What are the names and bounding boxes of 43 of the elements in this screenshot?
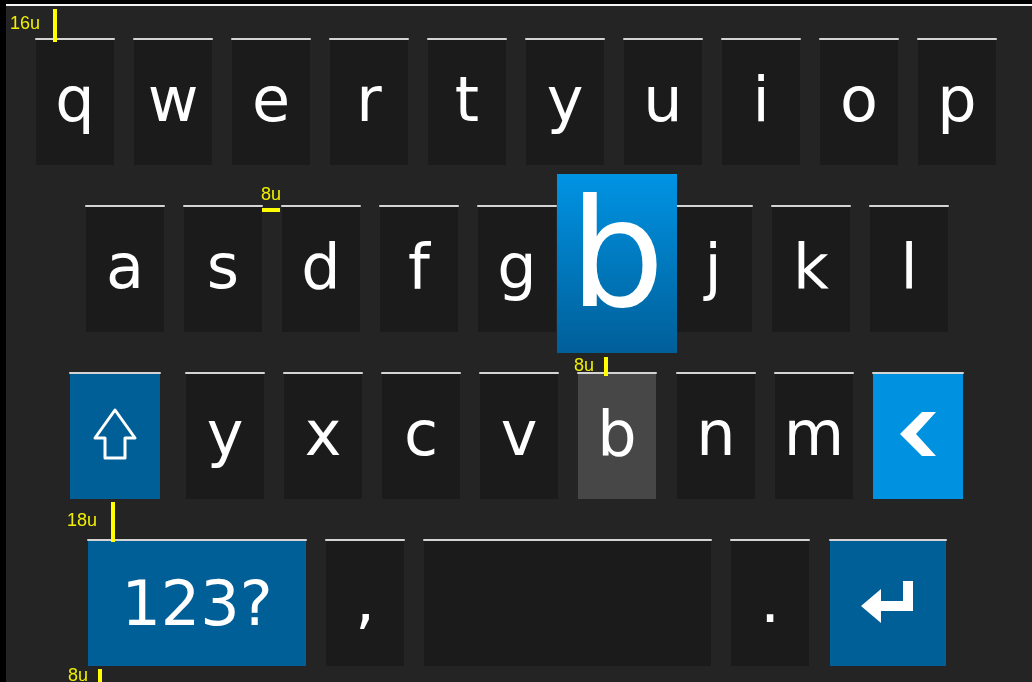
letter-key[interactable]: r: [330, 40, 408, 165]
letter-key[interactable]: l: [870, 207, 948, 332]
letter-key[interactable]: d: [282, 207, 360, 332]
spacing-marker: [604, 357, 608, 376]
spacing-label: 8u: [261, 185, 282, 203]
letter-key[interactable]: w: [134, 40, 212, 165]
letter-key[interactable]: o: [820, 40, 898, 165]
letter-key[interactable]: v: [480, 374, 558, 499]
letter-key[interactable]: ,: [326, 541, 404, 666]
letter-key[interactable]: y: [186, 374, 264, 499]
letter-key[interactable]: k: [772, 207, 850, 332]
symbols-key[interactable]: 123?: [88, 541, 306, 666]
spacing-label: 8u: [68, 666, 89, 682]
letter-key[interactable]: s: [184, 207, 262, 332]
letter-key[interactable]: f: [380, 207, 458, 332]
enter-key[interactable]: [830, 541, 946, 666]
spacing-label: 18u: [67, 511, 98, 529]
letter-key[interactable]: n: [677, 374, 755, 499]
letter-key[interactable]: x: [284, 374, 362, 499]
letter-key[interactable]: b: [578, 374, 656, 499]
letter-key[interactable]: p: [918, 40, 996, 165]
key-preview-popup: b: [557, 174, 677, 353]
spacing-marker: [262, 208, 280, 212]
spacing-marker: [98, 669, 102, 682]
spacing-label: 16u: [10, 14, 41, 32]
backspace-key[interactable]: [873, 374, 963, 499]
letter-key[interactable]: y: [526, 40, 604, 165]
letter-key[interactable]: m: [775, 374, 853, 499]
shift-icon: [92, 406, 138, 461]
spacing-marker: [53, 9, 57, 42]
letter-key[interactable]: i: [722, 40, 800, 165]
letter-key[interactable]: c: [382, 374, 460, 499]
spacing-label: 8u: [574, 356, 595, 374]
letter-key[interactable]: g: [478, 207, 556, 332]
letter-key[interactable]: j: [674, 207, 752, 332]
letter-key[interactable]: t: [428, 40, 506, 165]
shift-key[interactable]: [70, 374, 160, 499]
letter-key[interactable]: a: [86, 207, 164, 332]
letter-key[interactable]: u: [624, 40, 702, 165]
letter-key[interactable]: e: [232, 40, 310, 165]
letter-key[interactable]: q: [36, 40, 114, 165]
letter-key[interactable]: .: [731, 541, 809, 666]
spacing-marker: [111, 502, 115, 542]
